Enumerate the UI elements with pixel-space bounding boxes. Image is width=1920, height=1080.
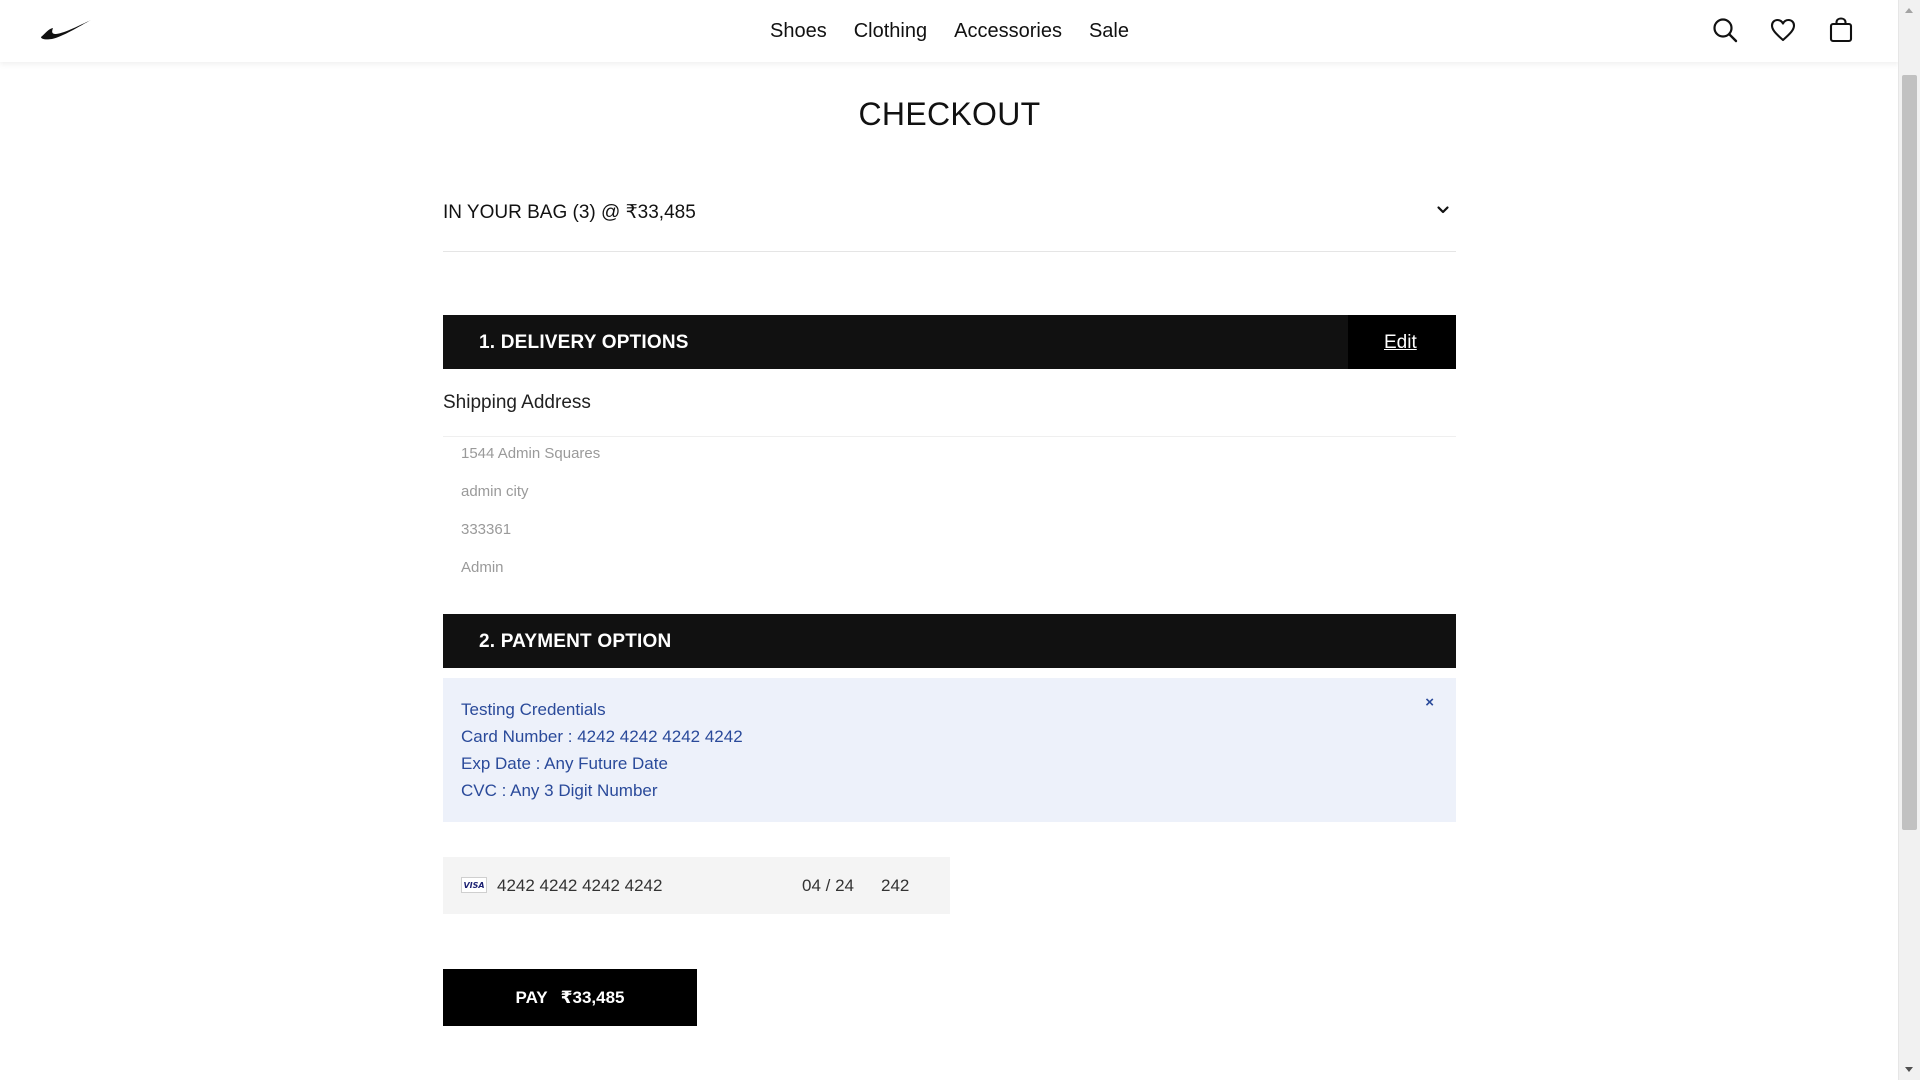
scrollbar-thumb[interactable] (1902, 75, 1917, 830)
card-number-input[interactable] (497, 871, 737, 901)
credentials-exp-date: Exp Date : Any Future Date (461, 754, 668, 773)
credentials-card-number: Card Number : 4242 4242 4242 4242 (461, 727, 743, 746)
card-input-group: VISA (443, 857, 950, 914)
chevron-down-icon (1437, 206, 1449, 214)
shipping-address-heading: Shipping Address (443, 392, 591, 413)
payment-option-header: 2. PAYMENT OPTION (443, 614, 1456, 668)
pay-button-label: PAY (515, 987, 548, 1007)
main-nav: Shoes Clothing Accessories Sale (0, 0, 1899, 62)
payment-option-title: 2. PAYMENT OPTION (479, 631, 672, 652)
page: Shoes Clothing Accessories Sale CHECKOUT… (0, 0, 1920, 1080)
bag-summary: IN YOUR BAG (3) @ ₹33,485 (443, 202, 696, 223)
delivery-options-title: 1. DELIVERY OPTIONS (479, 332, 689, 353)
search-icon[interactable] (1711, 16, 1739, 44)
card-cvc-input[interactable] (881, 871, 931, 901)
scroll-down-icon[interactable] (1905, 1067, 1913, 1072)
credentials-title: Testing Credentials (461, 700, 606, 719)
page-scrollbar[interactable] (1898, 0, 1920, 1080)
nav-sale[interactable]: Sale (1089, 20, 1129, 43)
heart-icon[interactable] (1769, 16, 1797, 44)
top-header: Shoes Clothing Accessories Sale (0, 0, 1899, 62)
scroll-up-icon[interactable] (1905, 8, 1913, 13)
card-expiry-input[interactable] (802, 871, 872, 901)
header-actions (1711, 16, 1855, 44)
credentials-cvc: CVC : Any 3 Digit Number (461, 781, 658, 800)
nav-shoes[interactable]: Shoes (770, 20, 827, 43)
shipping-divider (443, 436, 1456, 437)
bag-icon[interactable] (1827, 16, 1855, 44)
pay-button-amount: ₹33,485 (560, 987, 625, 1007)
nav-accessories[interactable]: Accessories (954, 20, 1062, 43)
address-street: 1544 Admin Squares (461, 445, 601, 462)
page-title: CHECKOUT (858, 96, 1041, 132)
visa-card-icon: VISA (461, 877, 487, 893)
edit-delivery-link[interactable]: Edit (1384, 332, 1417, 354)
address-name: Admin (461, 559, 504, 576)
pay-button[interactable]: PAY ₹33,485 (443, 969, 697, 1026)
nav-clothing[interactable]: Clothing (854, 20, 927, 43)
bag-summary-toggle[interactable]: IN YOUR BAG (3) @ ₹33,485 (443, 193, 1456, 252)
edit-delivery-container: Edit (1348, 315, 1456, 369)
close-icon[interactable]: × (1425, 694, 1434, 711)
address-city: admin city (461, 483, 529, 500)
address-postcode: 333361 (461, 521, 512, 538)
delivery-options-header: 1. DELIVERY OPTIONS Edit (443, 315, 1456, 369)
testing-credentials-alert: Testing Credentials Card Number : 4242 4… (443, 678, 1456, 822)
